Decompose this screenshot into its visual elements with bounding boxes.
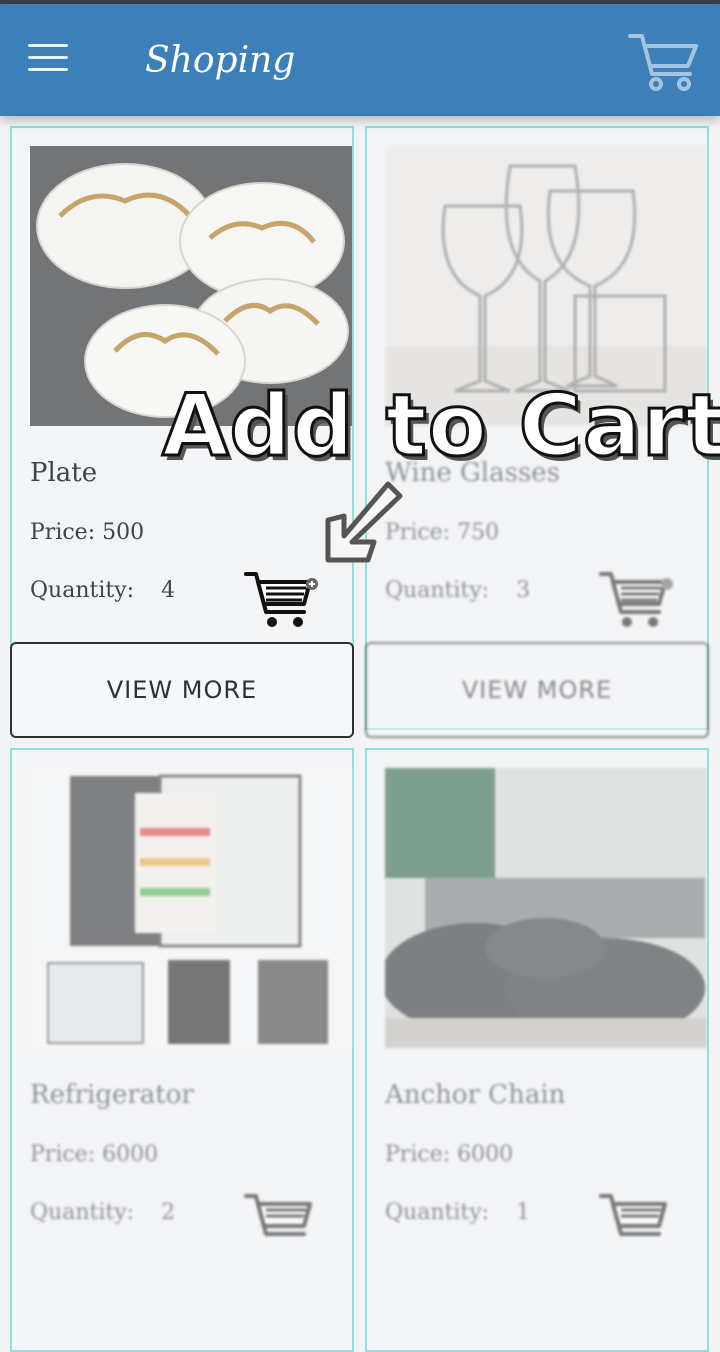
quantity-label: Quantity: xyxy=(30,578,135,603)
price-label: Price: xyxy=(30,1142,96,1167)
view-more-button[interactable]: VIEW MORE xyxy=(10,642,354,738)
quantity-label: Quantity: xyxy=(385,1200,490,1225)
add-to-cart-icon[interactable] xyxy=(244,570,320,630)
product-image xyxy=(385,768,707,1048)
add-to-cart-icon[interactable] xyxy=(599,1192,675,1252)
quantity-label: Quantity: xyxy=(30,1200,135,1225)
product-price: Price: 6000 xyxy=(30,1142,158,1167)
price-value: 750 xyxy=(457,520,500,545)
price-value: 6000 xyxy=(457,1142,514,1167)
add-to-cart-icon[interactable] xyxy=(244,1192,320,1252)
product-image xyxy=(30,768,352,1048)
product-name: Refrigerator xyxy=(30,1080,194,1110)
product-quantity: Quantity: 3 xyxy=(385,578,530,603)
add-to-cart-hint: Add to Cart xyxy=(160,375,720,478)
product-price: Price: 6000 xyxy=(385,1142,513,1167)
price-value: 6000 xyxy=(102,1142,159,1167)
product-name: Plate xyxy=(30,458,98,488)
quantity-value: 1 xyxy=(516,1200,531,1225)
product-quantity: Quantity: 2 xyxy=(30,1200,175,1225)
shopping-cart-icon[interactable] xyxy=(628,30,700,92)
product-quantity: Quantity: 1 xyxy=(385,1200,530,1225)
hamburger-menu-icon[interactable] xyxy=(28,44,68,74)
quantity-value: 4 xyxy=(161,578,176,603)
price-label: Price: xyxy=(30,520,96,545)
add-to-cart-icon[interactable] xyxy=(599,570,675,630)
product-name: Anchor Chain xyxy=(385,1080,566,1110)
quantity-value: 2 xyxy=(161,1200,176,1225)
product-card: Anchor Chain Price: 6000 Quantity: 1 xyxy=(365,748,709,1352)
product-price: Price: 500 xyxy=(30,520,144,545)
app-title: Shoping xyxy=(145,40,296,81)
product-card: Refrigerator Price: 6000 Quantity: 2 xyxy=(10,748,354,1352)
app-bar: Shoping xyxy=(0,4,720,116)
quantity-label: Quantity: xyxy=(385,578,490,603)
product-grid: Plate Price: 500 Quantity: 4 VIEW MORE W… xyxy=(0,116,720,1352)
price-label: Price: xyxy=(385,1142,451,1167)
quantity-value: 3 xyxy=(516,578,531,603)
product-quantity: Quantity: 4 xyxy=(30,578,175,603)
view-more-button[interactable]: VIEW MORE xyxy=(365,642,709,738)
price-value: 500 xyxy=(102,520,145,545)
arrow-down-left-icon xyxy=(325,481,403,563)
